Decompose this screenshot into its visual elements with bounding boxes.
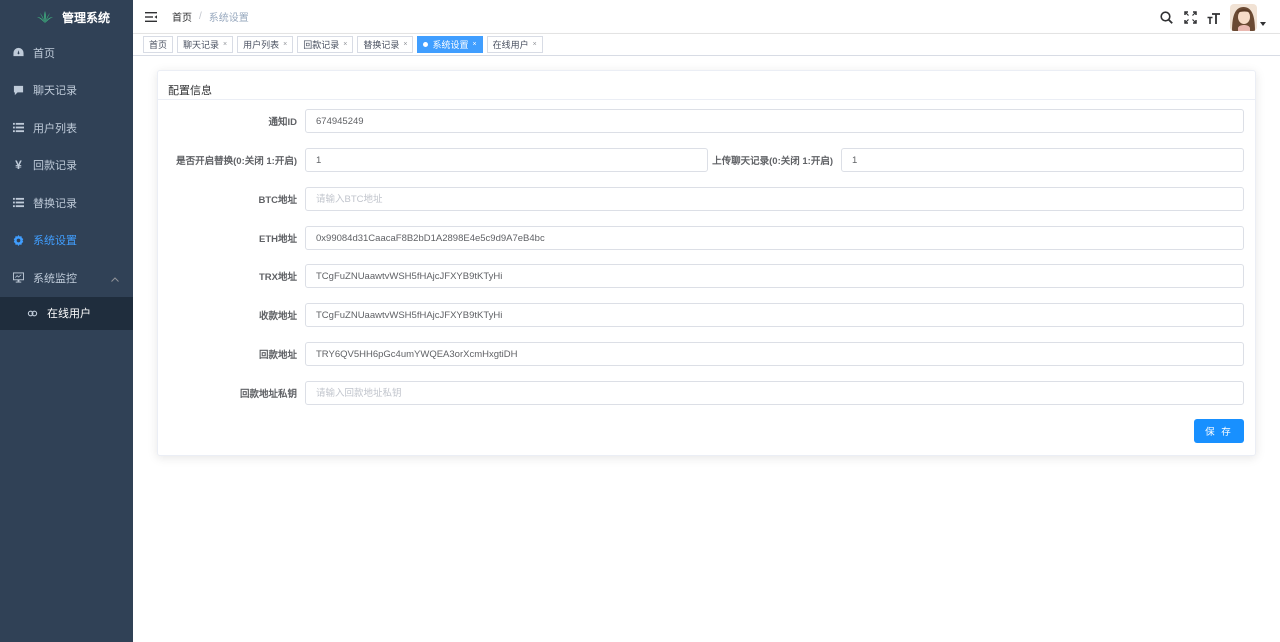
list-icon: [13, 197, 24, 208]
gear-icon: [13, 234, 24, 246]
tag-replace-records[interactable]: 替换记录 ×: [357, 36, 414, 53]
tag-payback-records[interactable]: 回款记录 ×: [297, 36, 354, 53]
app-title: 管理系统: [62, 10, 111, 25]
sidebar-item-replace-records[interactable]: 替换记录: [0, 184, 133, 222]
sidebar-item-user-list[interactable]: 用户列表: [0, 109, 133, 147]
payback-address-field[interactable]: [305, 342, 1244, 366]
navbar: 首页 / 系统设置: [133, 0, 1280, 34]
breadcrumb-separator: /: [199, 11, 202, 22]
breadcrumb-current: 系统设置: [208, 13, 249, 24]
sidebar-item-label: 聊天记录: [33, 85, 77, 98]
trx-label: TRX地址: [258, 272, 297, 283]
app-logo[interactable]: 管理系统: [0, 0, 133, 34]
notify-id-input[interactable]: [316, 110, 1243, 132]
breadcrumb: 首页 / 系统设置: [172, 9, 249, 24]
payback-address-input[interactable]: [316, 343, 1243, 365]
save-button[interactable]: 保 存: [1194, 419, 1244, 443]
hamburger-icon[interactable]: [145, 11, 157, 22]
tag-label: 用户列表: [243, 40, 280, 50]
sidebar: 管理系统 首页 聊天记录 用户列表 ¥ 回款记录 替换记录 系统设置 系统监控 …: [0, 0, 133, 642]
tag-user-list[interactable]: 用户列表 ×: [237, 36, 294, 53]
sidebar-item-label: 替换记录: [33, 197, 77, 210]
payback-key-input[interactable]: [316, 382, 1243, 404]
logo-icon: [37, 11, 53, 23]
sidebar-item-system-monitor[interactable]: 系统监控: [0, 259, 133, 297]
sidebar-item-label: 首页: [33, 47, 55, 60]
tag-label: 替换记录: [363, 40, 400, 50]
online-icon: [27, 308, 38, 319]
notify-id-field[interactable]: [305, 109, 1244, 133]
enable-replace-field[interactable]: [305, 148, 708, 172]
close-icon[interactable]: ×: [223, 41, 227, 48]
tag-home[interactable]: 首页: [143, 36, 174, 53]
avatar[interactable]: [1230, 3, 1257, 31]
tag-label: 回款记录: [303, 40, 340, 50]
fullscreen-icon[interactable]: [1183, 10, 1197, 24]
receive-address-label: 收款地址: [258, 311, 297, 322]
payback-address-label: 回款地址: [258, 350, 297, 361]
sidebar-item-label: 在线用户: [47, 308, 91, 320]
card-title: 配置信息: [158, 71, 1255, 100]
tag-label: 系统设置: [432, 40, 469, 50]
navbar-right: [1149, 0, 1266, 34]
enable-replace-label: 是否开启替换(0:关闭 1:开启): [176, 156, 297, 167]
sidebar-item-label: 系统监控: [33, 272, 77, 285]
close-icon[interactable]: ×: [403, 41, 407, 48]
tag-chat-records[interactable]: 聊天记录 ×: [177, 36, 234, 53]
eth-field[interactable]: [305, 226, 1244, 250]
close-icon[interactable]: ×: [283, 41, 287, 48]
sidebar-item-label: 系统设置: [33, 235, 77, 248]
sidebar-item-home[interactable]: 首页: [0, 34, 133, 72]
sidebar-item-system-settings[interactable]: 系统设置: [0, 222, 133, 260]
tags-view: 首页 聊天记录 × 用户列表 × 回款记录 × 替换记录 × 系统设置 × 在线…: [133, 34, 1280, 56]
trx-input[interactable]: [316, 265, 1243, 287]
sidebar-item-label: 回款记录: [33, 160, 77, 173]
upload-chat-field[interactable]: [841, 148, 1244, 172]
sidebar-item-online-users[interactable]: 在线用户: [0, 297, 133, 330]
receive-address-field[interactable]: [305, 303, 1244, 327]
submenu-system-monitor: 在线用户: [0, 296, 133, 330]
tag-online-users[interactable]: 在线用户 ×: [486, 36, 543, 53]
chevron-up-icon: [111, 273, 119, 285]
eth-label: ETH地址: [258, 234, 297, 245]
btc-label: BTC地址: [258, 195, 297, 206]
eth-input[interactable]: [316, 227, 1243, 249]
tag-system-settings[interactable]: 系统设置 ×: [417, 36, 483, 53]
receive-address-input[interactable]: [316, 304, 1243, 326]
btc-field[interactable]: [305, 187, 1244, 211]
notify-id-label: 通知ID: [268, 117, 297, 128]
list-icon: [13, 122, 24, 133]
enable-replace-input[interactable]: [316, 149, 707, 171]
message-icon: [13, 85, 24, 96]
close-icon[interactable]: ×: [533, 41, 537, 48]
sidebar-item-label: 用户列表: [33, 122, 77, 135]
tag-label: 聊天记录: [183, 40, 220, 50]
btc-input[interactable]: [316, 188, 1243, 210]
active-dot-icon: [423, 42, 429, 47]
close-icon[interactable]: ×: [472, 41, 476, 48]
tag-label: 首页: [149, 40, 168, 50]
breadcrumb-home[interactable]: 首页: [172, 9, 192, 24]
config-card: 配置信息 通知ID 是否开启替换(0:关闭 1:开启) 上传聊天记录(0:关闭 …: [157, 70, 1256, 456]
font-size-icon[interactable]: [1207, 10, 1221, 24]
dashboard-icon: [13, 47, 24, 58]
upload-chat-label: 上传聊天记录(0:关闭 1:开启): [712, 156, 833, 167]
close-icon[interactable]: ×: [343, 41, 347, 48]
search-icon[interactable]: [1159, 10, 1173, 24]
yen-icon: ¥: [15, 158, 22, 173]
sidebar-item-chat-records[interactable]: 聊天记录: [0, 72, 133, 110]
trx-field[interactable]: [305, 264, 1244, 288]
app-main: 配置信息 通知ID 是否开启替换(0:关闭 1:开启) 上传聊天记录(0:关闭 …: [133, 56, 1280, 642]
payback-key-label: 回款地址私钥: [239, 389, 297, 400]
tag-label: 在线用户: [492, 40, 529, 50]
payback-key-field[interactable]: [305, 381, 1244, 405]
sidebar-item-payback-records[interactable]: ¥ 回款记录: [0, 147, 133, 185]
upload-chat-input[interactable]: [852, 149, 1243, 171]
caret-down-icon[interactable]: [1260, 19, 1266, 28]
monitor-icon: [13, 272, 24, 283]
